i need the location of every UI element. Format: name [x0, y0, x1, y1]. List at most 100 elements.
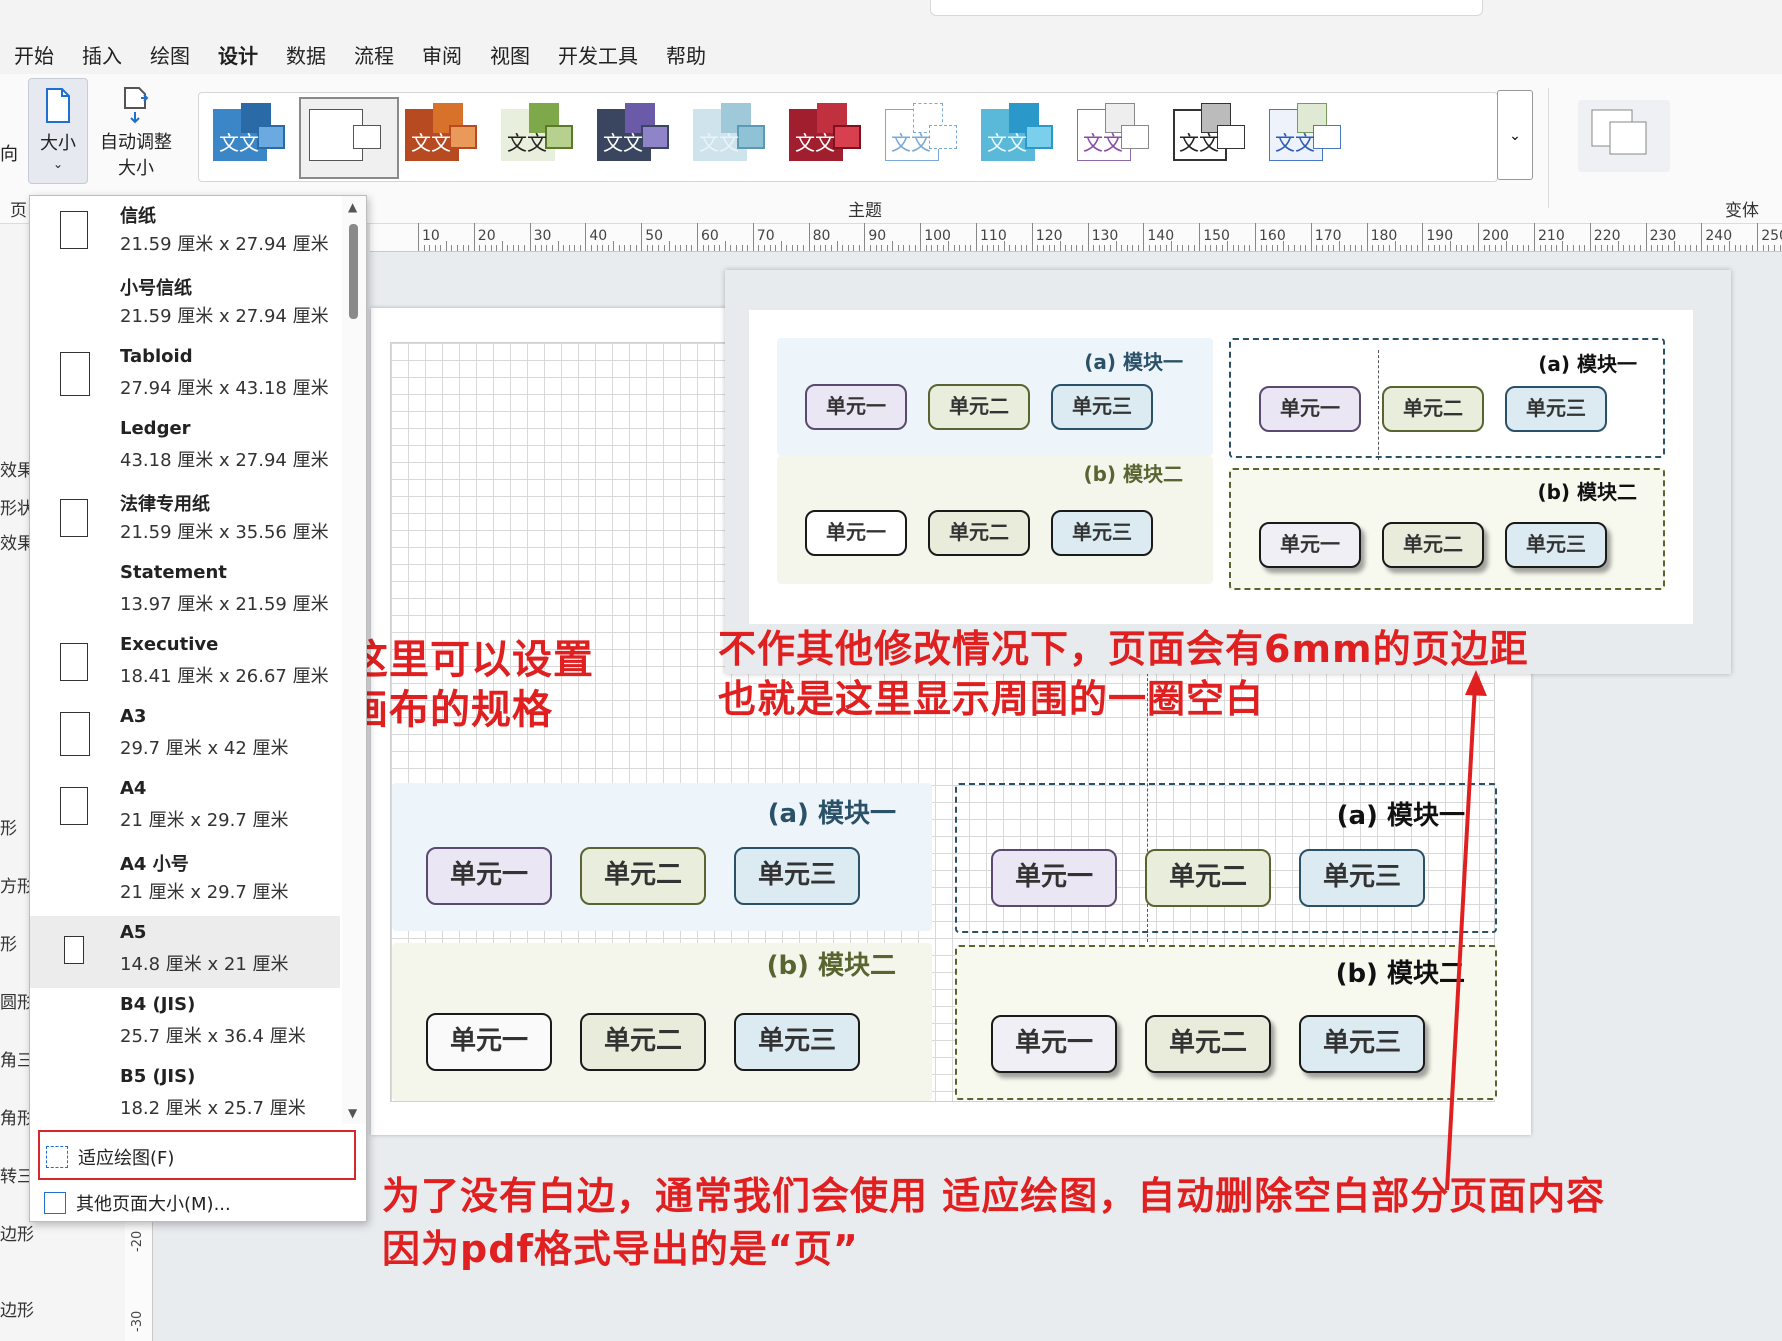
- ruler-minor-tick: [1751, 245, 1753, 251]
- theme-7[interactable]: 文文: [781, 99, 877, 177]
- menu-home[interactable]: 开始: [14, 40, 54, 69]
- module-b-panel-dashed[interactable]: (b) 模块二 单元一 单元二 单元三: [955, 945, 1497, 1100]
- theme-9[interactable]: 文文: [973, 99, 1069, 177]
- page-size-option[interactable]: A4 小号 21 厘米 x 29.7 厘米: [30, 844, 340, 916]
- ruler-minor-tick: [518, 245, 520, 251]
- gallery-more-button[interactable]: ⌄: [1497, 90, 1533, 180]
- autofit-button[interactable]: 自动调整 大小: [96, 78, 176, 180]
- unit-one[interactable]: 单元一: [426, 847, 552, 905]
- menu-design[interactable]: 设计: [218, 40, 258, 77]
- page-size-option[interactable]: 法律专用纸 21.59 厘米 x 35.56 厘米: [30, 484, 340, 556]
- module-a-panel-dashed[interactable]: (a) 模块一 单元一 单元二 单元三: [955, 783, 1497, 933]
- ruler-label: 50: [645, 228, 664, 244]
- page-size-option[interactable]: A4 21 厘米 x 29.7 厘米: [30, 772, 340, 844]
- page-size-option[interactable]: 小号信纸 21.59 厘米 x 27.94 厘米: [30, 268, 340, 340]
- page-size-name: Statement: [120, 562, 227, 583]
- unit-one[interactable]: 单元一: [991, 1015, 1117, 1073]
- page-size-option[interactable]: Statement 13.97 厘米 x 21.59 厘米: [30, 556, 340, 628]
- theme-1[interactable]: 文文: [205, 99, 301, 177]
- unit-two[interactable]: 单元二: [1145, 849, 1271, 907]
- page-size-option[interactable]: 信纸 21.59 厘米 x 27.94 厘米: [30, 196, 340, 268]
- unit-three[interactable]: 单元三: [1299, 1015, 1425, 1073]
- unit-one[interactable]: 单元一: [426, 1013, 552, 1071]
- ruler-minor-tick: [881, 245, 883, 251]
- ruler-minor-tick: [440, 245, 442, 251]
- unit-three[interactable]: 单元三: [734, 847, 860, 905]
- shape-label[interactable]: 形: [0, 814, 17, 839]
- ruler-minor-tick: [1349, 245, 1351, 251]
- ruler-minor-tick: [847, 245, 849, 251]
- theme-8[interactable]: 文文: [877, 99, 973, 177]
- variant-1[interactable]: [1578, 100, 1670, 172]
- page-size-option[interactable]: Executive 18.41 厘米 x 26.67 厘米: [30, 628, 340, 700]
- fit-to-drawing-option[interactable]: 适应绘图(F): [38, 1130, 356, 1180]
- theme-2[interactable]: [299, 97, 399, 179]
- ruler-minor-tick: [1037, 245, 1039, 251]
- theme-11[interactable]: 文文: [1165, 99, 1261, 177]
- theme-text: 文文: [891, 131, 931, 155]
- page-size-dimensions: 29.7 厘米 x 42 厘米: [120, 738, 289, 759]
- dropdown-scrollbar[interactable]: ▲ ▼: [342, 196, 366, 1124]
- menu-data[interactable]: 数据: [286, 40, 326, 69]
- theme-6[interactable]: 文文: [685, 99, 781, 177]
- theme-10[interactable]: 文文: [1069, 99, 1165, 177]
- page-size-option[interactable]: B4 (JIS) 25.7 厘米 x 36.4 厘米: [30, 988, 340, 1060]
- ruler-minor-tick: [775, 245, 777, 251]
- search-box[interactable]: [930, 0, 1483, 16]
- scroll-up-icon[interactable]: ▲: [348, 200, 357, 214]
- menu-insert[interactable]: 插入: [82, 40, 122, 69]
- menu-help[interactable]: 帮助: [666, 40, 706, 69]
- ruler-minor-tick: [1321, 245, 1323, 251]
- autofit-label-1: 自动调整: [100, 132, 172, 153]
- unit-two[interactable]: 单元二: [580, 847, 706, 905]
- module-a-panel[interactable]: (a) 模块一 单元一 单元二 单元三: [392, 783, 932, 931]
- theme-5[interactable]: 文文: [589, 99, 685, 177]
- page-size-option[interactable]: A5 14.8 厘米 x 21 厘米: [30, 916, 340, 988]
- ruler-minor-tick: [590, 245, 592, 251]
- unit-two[interactable]: 单元二: [1145, 1015, 1271, 1073]
- page-size-dimensions: 21.59 厘米 x 27.94 厘米: [120, 306, 329, 327]
- unit-three[interactable]: 单元三: [734, 1013, 860, 1071]
- theme-4[interactable]: 文文: [493, 99, 589, 177]
- shape-label[interactable]: 形: [0, 930, 17, 955]
- shape-label[interactable]: 边形: [0, 1296, 34, 1321]
- unit-two[interactable]: 单元二: [580, 1013, 706, 1071]
- ruler-label: 140: [1147, 228, 1175, 244]
- ruler-minor-tick: [1355, 245, 1357, 251]
- page-size-option[interactable]: A3 29.7 厘米 x 42 厘米: [30, 700, 340, 772]
- scrollbar-thumb[interactable]: [349, 224, 358, 319]
- ruler-minor-tick: [814, 245, 816, 251]
- ruler-minor-tick: [791, 245, 793, 251]
- other-page-sizes-option[interactable]: 其他页面大小(M)...: [38, 1182, 356, 1222]
- unit-one[interactable]: 单元一: [991, 849, 1117, 907]
- ruler-minor-tick: [1561, 241, 1563, 251]
- scroll-down-icon[interactable]: ▼: [348, 1106, 357, 1120]
- ruler-minor-tick: [1132, 245, 1134, 251]
- ruler-minor-tick: [1238, 245, 1240, 251]
- ruler-label: -20: [130, 1230, 145, 1252]
- menu-review[interactable]: 审阅: [422, 40, 462, 69]
- menu-draw[interactable]: 绘图: [150, 40, 190, 69]
- page-size-option[interactable]: Ledger 43.18 厘米 x 27.94 厘米: [30, 412, 340, 484]
- theme-12[interactable]: 文文: [1261, 99, 1357, 177]
- theme-text: 文文: [1275, 131, 1315, 155]
- menu-process[interactable]: 流程: [354, 40, 394, 69]
- ruler-minor-tick: [1282, 241, 1284, 251]
- page-size-dimensions: 18.2 厘米 x 25.7 厘米: [120, 1098, 306, 1119]
- module-b-panel[interactable]: (b) 模块二 单元一 单元二 单元三: [392, 943, 932, 1101]
- menu-developer[interactable]: 开发工具: [558, 40, 638, 69]
- ruler-minor-tick: [1656, 245, 1658, 251]
- ruler-minor-tick: [1433, 245, 1435, 251]
- unit-three[interactable]: 单元三: [1299, 849, 1425, 907]
- ruler-minor-tick: [825, 245, 827, 251]
- page-size-option[interactable]: B5 (JIS) 18.2 厘米 x 25.7 厘米: [30, 1060, 340, 1132]
- size-button[interactable]: 大小 ⌄: [28, 78, 88, 184]
- theme-3[interactable]: 文文: [397, 99, 493, 177]
- page-size-option[interactable]: Tabloid 27.94 厘米 x 43.18 厘米: [30, 340, 340, 412]
- ruler-minor-tick: [1394, 241, 1396, 251]
- ruler-minor-tick: [987, 245, 989, 251]
- menu-view[interactable]: 视图: [490, 40, 530, 69]
- ruler-minor-tick: [998, 245, 1000, 251]
- ruler-minor-tick: [1388, 245, 1390, 251]
- shape-label[interactable]: 边形: [0, 1220, 34, 1245]
